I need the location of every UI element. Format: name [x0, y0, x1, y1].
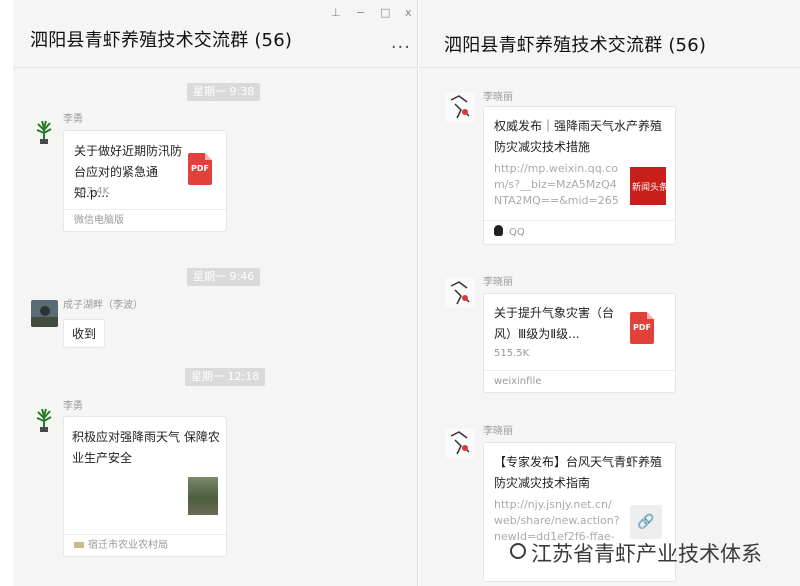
- article-source: 宿迁市农业农村局: [64, 534, 226, 556]
- link-icon: 🔗: [630, 505, 662, 539]
- source-name: 宿迁市农业农村局: [88, 540, 168, 551]
- sender-name: 李晓丽: [483, 426, 513, 437]
- file-message-card[interactable]: 关于提升气象灾害（台风）Ⅲ级为Ⅱ级... 515.5K PDF weixinfi…: [483, 293, 676, 393]
- source-icon: [74, 542, 84, 548]
- right-chat-window: 泗阳县青虾养殖技术交流群 (56) 李晓丽 权威发布｜强降雨天气水产养殖防灾减灾…: [419, 0, 800, 586]
- chat-title: 泗阳县青虾养殖技术交流群 (56): [444, 35, 707, 56]
- message-source: 微信电脑版: [64, 209, 226, 231]
- source-name: QQ: [509, 227, 525, 238]
- article-message-card[interactable]: 权威发布｜强降雨天气水产养殖防灾减灾技术措施 http://mp.weixin.…: [483, 106, 676, 245]
- article-title: 权威发布｜强降雨天气水产养殖防灾减灾技术措施: [494, 119, 663, 154]
- avatar[interactable]: [445, 92, 475, 122]
- text-message-bubble[interactable]: 收到: [63, 319, 106, 348]
- left-chat-header: 泗阳县青虾养殖技术交流群 (56) ⊥ − □ x ...: [13, 0, 417, 68]
- doodle-avatar-icon: [445, 92, 475, 122]
- thumbnail-caption: 新闻头条: [632, 183, 669, 193]
- watermark-text: 江苏省青虾产业技术体系: [531, 542, 762, 566]
- article-source: QQ: [484, 220, 675, 244]
- minimize-button[interactable]: −: [356, 6, 365, 19]
- message-source: weixinfile: [484, 370, 675, 392]
- timestamp: 星期一 12:18: [185, 368, 266, 386]
- file-name: 关于提升气象灾害（台风）Ⅲ级为Ⅱ级...: [494, 306, 615, 341]
- sender-name: 李晓丽: [483, 92, 513, 103]
- doodle-avatar-icon: [445, 428, 475, 458]
- article-message-card[interactable]: 积极应对强降雨天气 保障农业生产安全 宿迁市农业农村局: [63, 416, 227, 557]
- plant-avatar-icon: [31, 406, 58, 433]
- article-url: http://mp.weixin.qq.com/s?__biz=MzA5MzQ4…: [494, 162, 619, 207]
- avatar[interactable]: [31, 300, 58, 327]
- plant-avatar-icon: [31, 118, 58, 145]
- sender-name: 李晓丽: [483, 277, 513, 288]
- avatar[interactable]: [445, 278, 475, 308]
- more-options-button[interactable]: ...: [391, 32, 411, 53]
- article-thumbnail: [188, 477, 218, 515]
- article-thumbnail: 新闻头条: [630, 167, 669, 205]
- sender-name: 李勇: [63, 114, 83, 125]
- photo-avatar-icon: [31, 300, 58, 327]
- file-size: 515.5K: [494, 348, 530, 359]
- pdf-file-icon: PDF: [630, 312, 654, 344]
- pdf-file-icon: PDF: [188, 153, 212, 185]
- file-message-card[interactable]: 关于做好近期防汛防台应对的紧急通知.p... 737.4K PDF 微信电脑版: [63, 130, 227, 232]
- timestamp: 星期一 9:46: [187, 268, 261, 286]
- avatar[interactable]: [31, 406, 58, 433]
- qq-penguin-icon: [494, 225, 503, 236]
- file-size: 737.4K: [74, 186, 110, 197]
- sender-name: 李勇: [63, 401, 83, 412]
- avatar[interactable]: [31, 118, 58, 145]
- close-button[interactable]: x: [405, 6, 412, 19]
- screenshot-root: 泗阳县青虾养殖技术交流群 (56) ⊥ − □ x ... 星期一 9:38 李…: [0, 0, 800, 586]
- wechat-logo-icon: [510, 543, 526, 559]
- pin-icon[interactable]: ⊥: [331, 6, 341, 19]
- link-title: 【专家发布】台风天气青虾养殖防灾减灾技术指南: [494, 455, 663, 490]
- doodle-avatar-icon: [445, 278, 475, 308]
- maximize-button[interactable]: □: [380, 6, 390, 19]
- left-chat-window: 泗阳县青虾养殖技术交流群 (56) ⊥ − □ x ... 星期一 9:38 李…: [13, 0, 418, 586]
- right-chat-header: 泗阳县青虾养殖技术交流群 (56): [419, 0, 800, 68]
- article-title: 积极应对强降雨天气 保障农业生产安全: [72, 430, 220, 465]
- timestamp: 星期一 9:38: [187, 83, 261, 101]
- avatar[interactable]: [445, 428, 475, 458]
- sender-name: 成子湖畔（李波）: [63, 300, 143, 311]
- chat-title: 泗阳县青虾养殖技术交流群 (56): [30, 30, 293, 51]
